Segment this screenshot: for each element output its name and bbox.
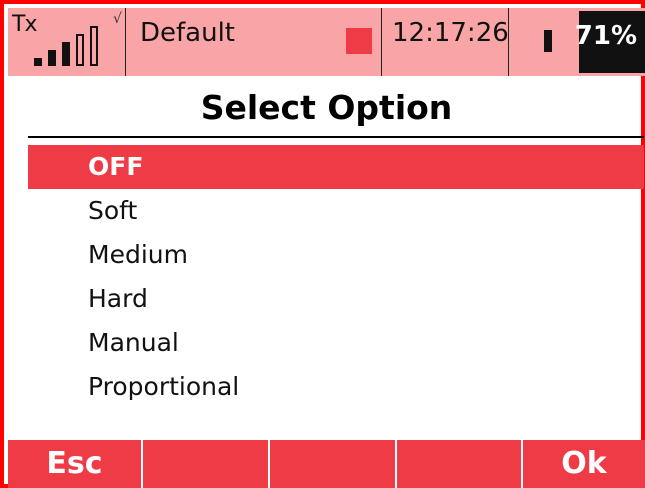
- esc-button[interactable]: Esc: [8, 440, 141, 488]
- clock-time: 12:17:26: [392, 18, 509, 48]
- clock: 12:17:26: [382, 8, 509, 76]
- option-label: Manual: [88, 328, 179, 357]
- signal-bar: [34, 58, 42, 66]
- signal-bar: [90, 26, 98, 66]
- option-label: Proportional: [88, 372, 240, 401]
- option-label: Hard: [88, 284, 148, 313]
- option-medium[interactable]: Medium: [28, 233, 644, 277]
- signal-bar: [76, 34, 84, 66]
- battery-body: 71%: [552, 11, 645, 73]
- option-list: OFF Soft Medium Hard Manual Proportional: [28, 145, 644, 409]
- model-indicator: Default: [126, 8, 382, 76]
- ok-button[interactable]: Ok: [523, 440, 645, 488]
- transmitter-screen: Tx √ Default 12:17:26 71% Select Option …: [0, 0, 645, 488]
- status-bar: Tx √ Default 12:17:26 71%: [8, 8, 645, 76]
- option-soft[interactable]: Soft: [28, 189, 644, 233]
- option-hard[interactable]: Hard: [28, 277, 644, 321]
- model-name: Default: [140, 18, 235, 48]
- softkey-bar: Esc Ok: [8, 440, 645, 488]
- battery-icon: 71%: [520, 8, 645, 76]
- option-proportional[interactable]: Proportional: [28, 365, 644, 409]
- option-label: Soft: [88, 196, 138, 225]
- option-label: OFF: [88, 152, 144, 181]
- option-label: Medium: [88, 240, 188, 269]
- page-title: Select Option: [200, 88, 453, 127]
- title-divider: [28, 136, 644, 138]
- signal-bar: [48, 50, 56, 66]
- option-manual[interactable]: Manual: [28, 321, 644, 365]
- tx-label: Tx: [12, 12, 37, 37]
- option-off[interactable]: OFF: [28, 145, 644, 189]
- softkey-3-button[interactable]: [270, 440, 395, 488]
- model-color-swatch: [346, 28, 372, 54]
- softkey-4-button[interactable]: [397, 440, 521, 488]
- signal-bar: [62, 42, 70, 66]
- check-icon: √: [113, 11, 122, 27]
- signal-strength-icon: [34, 18, 114, 66]
- battery-percent: 71%: [574, 21, 637, 51]
- tx-signal-indicator: Tx √: [8, 8, 126, 76]
- softkey-2-button[interactable]: [143, 440, 268, 488]
- battery-terminal: [544, 30, 552, 52]
